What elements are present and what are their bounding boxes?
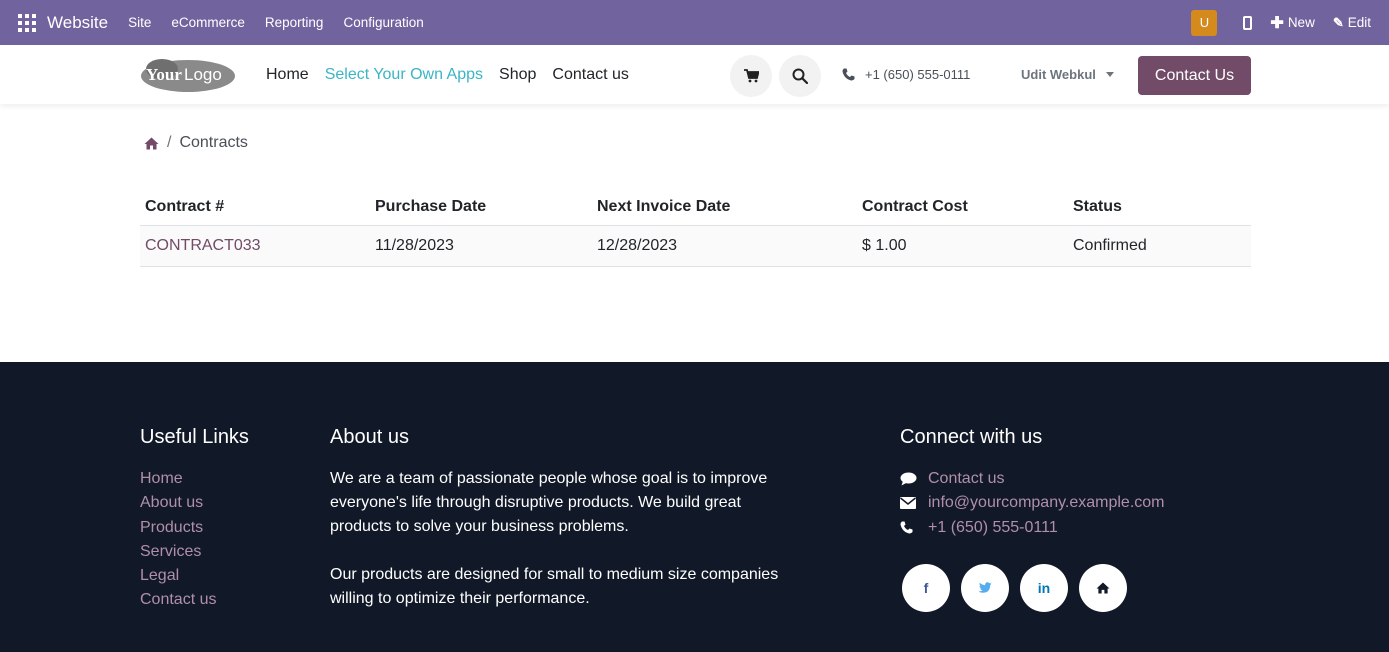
facebook-icon[interactable]: f: [902, 563, 950, 612]
admin-menu-configuration[interactable]: Configuration: [343, 15, 423, 30]
about-paragraph-1: We are a team of passionate people whose…: [330, 470, 768, 535]
user-avatar[interactable]: U: [1191, 9, 1218, 36]
mobile-preview-icon[interactable]: [1243, 15, 1253, 30]
about-title: About us: [330, 426, 409, 448]
svg-text:Logo: Logo: [184, 65, 222, 84]
connect-phone[interactable]: +1 (650) 555-0111: [900, 516, 1165, 540]
cell-status: Confirmed: [1068, 225, 1251, 267]
new-label: New: [1287, 15, 1315, 30]
connect-email[interactable]: info@yourcompany.example.com: [900, 491, 1165, 515]
col-contract-number: Contract #: [140, 190, 370, 226]
footer-link-contact[interactable]: Contact us: [140, 588, 249, 612]
admin-right: U ✚ New ✎ Edit: [1191, 0, 1389, 45]
comment-icon: [900, 472, 928, 486]
breadcrumb: / Contracts: [144, 134, 248, 152]
home-icon[interactable]: [1079, 563, 1127, 612]
footer-link-services[interactable]: Services: [140, 540, 249, 564]
cell-contract-cost: $ 1.00: [857, 225, 1068, 267]
footer-useful-links: Useful Links Home About us Products Serv…: [140, 426, 249, 613]
admin-brand[interactable]: Website: [47, 13, 108, 33]
nav-home[interactable]: Home: [266, 66, 309, 84]
table-header-row: Contract # Purchase Date Next Invoice Da…: [140, 190, 1251, 226]
pencil-icon: ✎: [1332, 14, 1344, 30]
col-next-invoice-date: Next Invoice Date: [592, 190, 857, 226]
edit-button[interactable]: ✎ Edit: [1333, 15, 1371, 31]
home-icon[interactable]: [144, 137, 159, 150]
header-phone-text: +1 (650) 555-0111: [865, 67, 971, 82]
social-links: f in: [902, 563, 1165, 612]
col-status: Status: [1068, 190, 1251, 226]
envelope-icon: [900, 497, 928, 510]
your-logo[interactable]: Your Logo: [140, 57, 236, 93]
admin-menu-reporting[interactable]: Reporting: [265, 15, 324, 30]
nav-shop[interactable]: Shop: [499, 66, 536, 84]
admin-menu-site[interactable]: Site: [128, 15, 151, 30]
user-name: Udit Webkul: [1021, 67, 1096, 82]
breadcrumb-current: Contracts: [179, 134, 248, 151]
contact-us-button[interactable]: Contact Us: [1138, 56, 1251, 95]
site-header: Your Logo Home Select Your Own Apps Shop…: [0, 45, 1389, 104]
cell-purchase-date: 11/28/2023: [370, 225, 592, 267]
user-dropdown[interactable]: Udit Webkul: [1021, 45, 1114, 104]
table-row[interactable]: CONTRACT033 11/28/2023 12/28/2023 $ 1.00…: [140, 225, 1251, 267]
breadcrumb-separator: /: [167, 134, 172, 151]
header-phone[interactable]: +1 (650) 555-0111: [842, 45, 970, 104]
connect-email-text: info@yourcompany.example.com: [928, 494, 1165, 512]
footer-connect: Connect with us Contact us info@yourcomp…: [900, 426, 1165, 612]
linkedin-icon[interactable]: in: [1020, 563, 1068, 612]
contracts-table: Contract # Purchase Date Next Invoice Da…: [140, 190, 1251, 267]
connect-phone-text: +1 (650) 555-0111: [928, 518, 1058, 536]
footer: Useful Links Home About us Products Serv…: [0, 362, 1389, 652]
phone-icon: [900, 521, 928, 534]
admin-menu-ecommerce[interactable]: eCommerce: [171, 15, 245, 30]
cart-icon: [743, 69, 759, 83]
nav-contact[interactable]: Contact us: [552, 66, 628, 84]
admin-menu: Site eCommerce Reporting Configuration: [128, 15, 424, 30]
apps-grid-icon[interactable]: [18, 13, 36, 32]
search-icon: [792, 68, 808, 84]
caret-down-icon: [1105, 72, 1114, 77]
cart-button[interactable]: [730, 55, 772, 97]
useful-links-title: Useful Links: [140, 426, 249, 448]
connect-title: Connect with us: [900, 426, 1043, 448]
new-button[interactable]: ✚ New: [1270, 13, 1314, 33]
footer-link-legal[interactable]: Legal: [140, 564, 249, 588]
col-contract-cost: Contract Cost: [857, 190, 1068, 226]
nav-select-apps[interactable]: Select Your Own Apps: [325, 66, 483, 84]
edit-label: Edit: [1347, 15, 1371, 30]
cell-contract-number[interactable]: CONTRACT033: [140, 225, 370, 267]
col-purchase-date: Purchase Date: [370, 190, 592, 226]
footer-link-products[interactable]: Products: [140, 516, 249, 540]
cell-next-invoice-date: 12/28/2023: [592, 225, 857, 267]
svg-text:Your: Your: [146, 65, 182, 84]
about-paragraph-2: Our products are designed for small to m…: [330, 566, 779, 607]
connect-contact-text: Contact us: [928, 470, 1005, 487]
phone-icon: [842, 68, 855, 81]
plus-icon: ✚: [1270, 14, 1284, 32]
twitter-icon[interactable]: [961, 563, 1009, 612]
footer-link-home[interactable]: Home: [140, 467, 249, 491]
footer-about: About us We are a team of passionate peo…: [330, 426, 780, 611]
admin-bar: Website Site eCommerce Reporting Configu…: [0, 0, 1389, 45]
main-nav: Home Select Your Own Apps Shop Contact u…: [266, 45, 629, 104]
footer-link-about[interactable]: About us: [140, 491, 249, 515]
connect-contact[interactable]: Contact us: [900, 467, 1165, 491]
search-button[interactable]: [779, 55, 821, 97]
